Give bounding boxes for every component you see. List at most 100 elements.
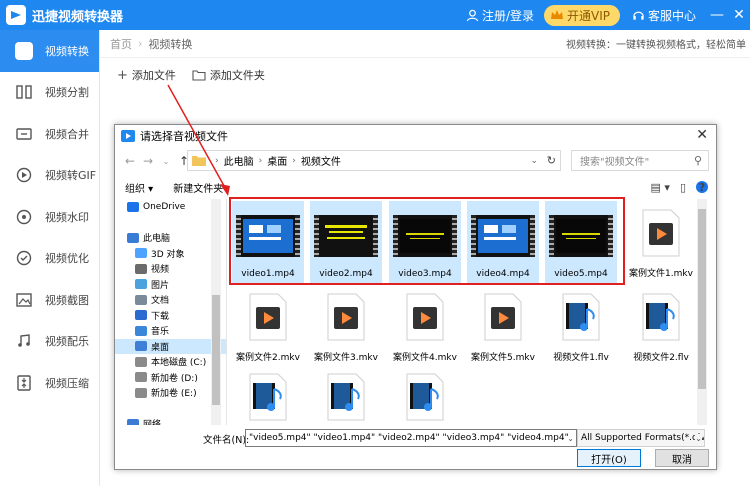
drive-icon — [135, 372, 147, 383]
preview-pane-icon[interactable]: ▯ — [680, 181, 686, 194]
nav-item[interactable]: 图片 — [115, 277, 226, 293]
network-icon — [127, 418, 139, 425]
command-bar: 组织 ▾ 新建文件夹 ▤ ▾ ▯ ? — [115, 175, 716, 199]
breadcrumb-home[interactable]: 首页 — [110, 36, 132, 52]
flv-file-icon — [562, 293, 600, 341]
dialog-close-button[interactable]: ✕ — [696, 127, 708, 143]
minimize-button[interactable]: — — [706, 0, 728, 30]
pc-icon — [127, 232, 139, 243]
help-icon[interactable]: ? — [696, 181, 708, 194]
customer-center-button[interactable]: 客服中心 — [632, 7, 696, 24]
cancel-button[interactable]: 取消 — [655, 449, 709, 467]
user-icon — [466, 9, 479, 21]
file-name: video1.mp4 — [241, 269, 295, 279]
address-part-folder[interactable]: 视频文件 — [301, 153, 341, 168]
nav-item-label: 音乐 — [151, 327, 170, 338]
dialog-title-bar: 请选择音视频文件 ✕ — [115, 125, 716, 147]
sidebar-item-compress[interactable]: 视频压缩 — [0, 362, 99, 404]
view-mode-icon[interactable]: ▤ ▾ — [651, 181, 670, 194]
nav-item[interactable]: 下载 — [115, 308, 226, 324]
file-item[interactable]: video4.mp4 — [467, 201, 539, 283]
nav-item[interactable]: 本地磁盘 (C:) — [115, 354, 226, 370]
search-input[interactable]: 搜索"视频文件" ⚲ — [571, 150, 709, 171]
sidebar-item-gif[interactable]: 视频转GIF — [0, 155, 99, 197]
nav-item-label: 视频 — [151, 265, 170, 276]
file-item[interactable] — [310, 365, 382, 425]
organize-menu[interactable]: 组织 ▾ — [125, 180, 153, 195]
login-button[interactable]: 注册/登录 — [466, 7, 534, 24]
sidebar-item-split[interactable]: 视频分割 — [0, 72, 99, 114]
address-bar[interactable]: › 此电脑 › 桌面 › 视频文件 ⌄ ↻ — [187, 150, 561, 171]
file-item[interactable]: 案例文件5.mkv — [467, 285, 539, 367]
video-thumbnail — [393, 215, 457, 257]
file-item[interactable]: video3.mp4 — [389, 201, 461, 283]
nav-item[interactable]: 新加卷 (D:) — [115, 370, 226, 386]
file-item[interactable]: 案例文件4.mkv — [389, 285, 461, 367]
mkv-file-icon — [642, 209, 680, 257]
file-type-dropdown-icon[interactable]: ⌄ — [695, 433, 702, 443]
nav-item-label: 文档 — [151, 296, 170, 307]
address-part-pc[interactable]: 此电脑 — [224, 153, 254, 168]
file-item[interactable]: 视频文件2.flv — [625, 285, 697, 367]
sidebar-item-music[interactable]: 视频配乐 — [0, 321, 99, 363]
app-title: 迅捷视频转换器 — [32, 9, 124, 25]
file-item[interactable]: 案例文件2.mkv — [232, 285, 304, 367]
recent-chevron-icon[interactable]: ⌄ — [157, 157, 175, 166]
sidebar-item-label: 视频配乐 — [45, 335, 89, 349]
file-scrollbar-thumb[interactable] — [698, 209, 706, 389]
filename-dropdown-icon[interactable]: ⌄ — [567, 434, 574, 443]
search-placeholder: 搜索"视频文件" — [580, 157, 650, 168]
refresh-icon[interactable]: ↻ — [547, 154, 556, 167]
file-item[interactable]: video5.mp4 — [545, 201, 617, 283]
add-file-button[interactable]: + 添加文件 — [110, 65, 183, 85]
nav-item[interactable]: 视频 — [115, 261, 226, 277]
nav-item[interactable]: OneDrive — [115, 199, 226, 215]
breadcrumb-separator: › — [138, 37, 143, 50]
dialog-app-icon — [121, 130, 135, 142]
nav-item-label: 新加卷 (E:) — [151, 389, 197, 400]
sidebar-item-convert[interactable]: 视频转换 — [0, 30, 99, 72]
nav-item[interactable]: 新加卷 (E:) — [115, 385, 226, 401]
sidebar-item-merge[interactable]: 视频合并 — [0, 113, 99, 155]
vip-button[interactable]: 开通VIP — [543, 4, 620, 26]
file-item[interactable]: 案例文件1.mkv — [625, 201, 697, 283]
file-item[interactable]: video2.mp4 — [310, 201, 382, 283]
forward-arrow-icon[interactable]: → — [139, 154, 157, 168]
sidebar-item-optimize[interactable]: 视频优化 — [0, 238, 99, 280]
nav-item[interactable]: 此电脑 — [115, 230, 226, 246]
nav-scrollbar-thumb[interactable] — [212, 295, 220, 405]
video-thumbnail — [314, 215, 378, 257]
nav-item-label: 此电脑 — [143, 234, 171, 245]
nav-item[interactable]: 网络 — [115, 416, 226, 425]
file-item[interactable]: 视频文件1.flv — [545, 285, 617, 367]
back-arrow-icon[interactable]: ← — [121, 154, 139, 168]
3d-icon — [135, 248, 147, 259]
close-window-button[interactable]: ✕ — [728, 0, 750, 30]
file-item[interactable] — [389, 365, 461, 425]
new-folder-button[interactable]: 新建文件夹 — [173, 180, 223, 195]
nav-item[interactable]: 文档 — [115, 292, 226, 308]
nav-item[interactable]: 3D 对象 — [115, 246, 226, 262]
sidebar-item-watermark[interactable]: 视频水印 — [0, 196, 99, 238]
file-scrollbar[interactable] — [697, 199, 707, 425]
address-part-desktop[interactable]: 桌面 — [267, 153, 287, 168]
sidebar-item-screenshot[interactable]: 视频截图 — [0, 279, 99, 321]
nav-scrollbar[interactable] — [211, 199, 221, 425]
add-folder-button[interactable]: 添加文件夹 — [184, 65, 272, 85]
file-name: 视频文件2.flv — [633, 353, 689, 363]
drive-icon — [135, 387, 147, 398]
login-label: 注册/登录 — [481, 8, 534, 23]
address-dropdown-icon[interactable]: ⌄ — [530, 156, 538, 166]
sidebar-item-label: 视频水印 — [45, 210, 89, 224]
file-item[interactable]: video1.mp4 — [232, 201, 304, 283]
file-item[interactable] — [232, 365, 304, 425]
nav-item[interactable]: 音乐 — [115, 323, 226, 339]
filename-input[interactable]: "video5.mp4" "video1.mp4" "video2.mp4" "… — [245, 429, 577, 447]
nav-item[interactable]: 桌面 — [115, 338, 226, 354]
file-name: 案例文件1.mkv — [629, 269, 693, 279]
file-item[interactable]: 案例文件3.mkv — [310, 285, 382, 367]
file-type-select[interactable]: All Supported Formats(*.qlv; ⌄ — [577, 429, 705, 447]
open-button[interactable]: 打开(O) — [577, 449, 641, 467]
nav-item-label: 新加卷 (D:) — [151, 373, 198, 384]
